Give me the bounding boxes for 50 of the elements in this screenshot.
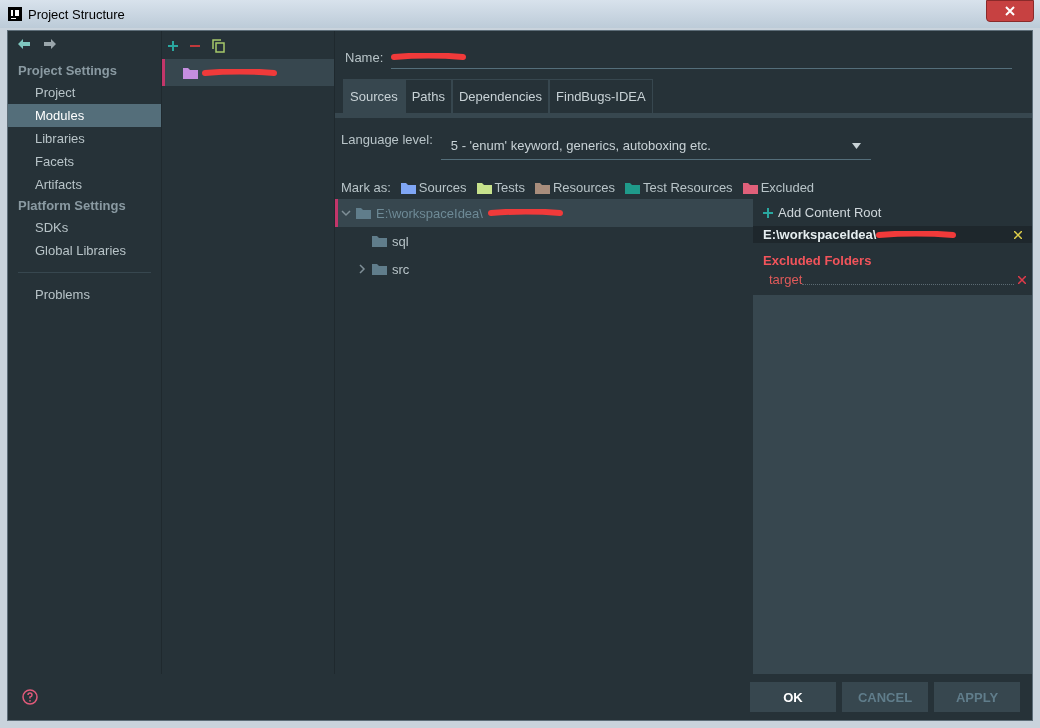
folder-path: src	[392, 261, 410, 277]
mark-as-option[interactable]: Tests	[494, 180, 525, 195]
tab[interactable]: Paths	[404, 79, 452, 113]
close-button[interactable]	[986, 0, 1034, 22]
sidebar-item[interactable]: Problems	[8, 283, 161, 306]
section-heading: Platform Settings	[17, 197, 127, 215]
folder-path: E:\workspaceIdea\	[376, 205, 483, 221]
module-item[interactable]	[162, 59, 334, 86]
sidebar-item[interactable]: Artifacts	[8, 173, 161, 196]
sidebar-item[interactable]: Modules	[8, 104, 161, 127]
folder-path: sql	[392, 233, 409, 249]
sidebar-item[interactable]: Facets	[8, 150, 161, 173]
tree-row[interactable]: sql	[335, 227, 753, 255]
sidebar-item[interactable]: Project	[8, 81, 161, 104]
forward-arrow-icon[interactable]	[44, 39, 56, 49]
tab[interactable]: FindBugs-IDEA	[549, 79, 653, 113]
dialog-button[interactable]: OK	[750, 682, 836, 712]
add-icon[interactable]	[168, 41, 178, 51]
language-level-dropdown[interactable]: 5 - 'enum' keyword, generics, autoboxing etc.	[440, 132, 871, 160]
chevron-down-icon[interactable]	[341, 208, 351, 218]
folder-icon	[372, 235, 387, 247]
dropdown-arrow-icon[interactable]	[851, 142, 861, 149]
tab[interactable]: Dependencies	[451, 79, 550, 113]
mark-as-option[interactable]: Resources	[552, 180, 616, 195]
folder-icon	[372, 263, 387, 275]
module-folder-icon	[183, 66, 198, 79]
content-root-path: E:\workspaceIdea\	[763, 227, 877, 242]
copy-icon[interactable]	[212, 39, 225, 53]
section-heading: Project Settings	[17, 62, 118, 80]
window-title: Project Structure	[28, 6, 125, 22]
add-content-root-button[interactable]: Add Content Root	[753, 199, 1032, 226]
mark-as-option[interactable]: Sources	[418, 180, 467, 195]
mark-as-option[interactable]: Excluded	[760, 180, 815, 195]
excluded-folders-heading: Excluded Folders	[753, 243, 1032, 270]
back-arrow-icon[interactable]	[18, 39, 30, 49]
folder-icon	[356, 207, 371, 219]
app-logo-icon	[8, 7, 22, 21]
excluded-folder: target	[769, 272, 803, 287]
sidebar-item[interactable]: SDKs	[8, 216, 161, 239]
mark-as-option[interactable]: Test Resources	[643, 180, 733, 195]
add-icon[interactable]	[763, 207, 773, 218]
mark-as-label: Mark as:	[341, 180, 391, 195]
tree-row[interactable]: src	[335, 255, 753, 283]
tab[interactable]: Sources	[343, 79, 405, 113]
chevron-right-icon[interactable]	[357, 264, 367, 274]
name-label: Name:	[345, 49, 384, 65]
language-level-label: Language level:	[341, 132, 433, 147]
help-icon[interactable]	[22, 689, 38, 705]
sidebar-item[interactable]: Global Libraries	[8, 239, 161, 262]
sidebar-item[interactable]: Libraries	[8, 127, 161, 150]
